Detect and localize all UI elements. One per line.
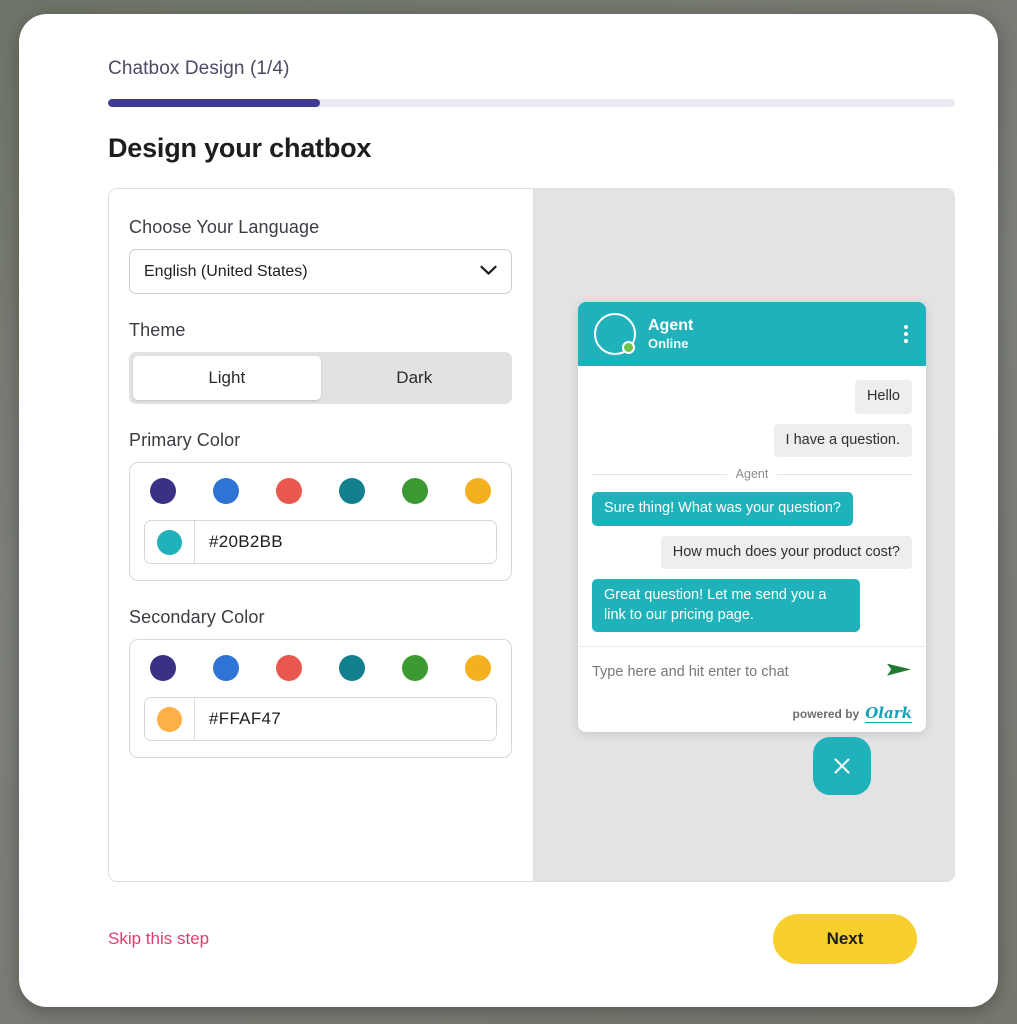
next-button[interactable]: Next	[773, 914, 917, 964]
card-footer: Skip this step Next	[108, 914, 917, 964]
chat-message-row: Great question! Let me send you a link t…	[592, 579, 912, 633]
page-title: Design your chatbox	[108, 133, 372, 163]
primary-swatch-5[interactable]	[465, 478, 491, 504]
language-value: English (United States)	[144, 262, 308, 280]
design-form-panel: Choose Your Language English (United Sta…	[109, 189, 533, 881]
primary-color-label: Primary Color	[129, 430, 241, 450]
step-label: Chatbox Design (1/4)	[108, 58, 290, 79]
visitor-message-bubble: How much does your product cost?	[660, 535, 912, 570]
secondary-swatch-5[interactable]	[465, 655, 491, 681]
secondary-color-label: Secondary Color	[129, 607, 265, 627]
theme-field: Theme Light Dark	[129, 320, 512, 404]
chat-message-row: How much does your product cost?	[592, 535, 912, 570]
primary-color-card: #20B2BB	[129, 462, 512, 581]
design-panels: Choose Your Language English (United Sta…	[108, 188, 955, 882]
chat-widget-header: Agent Online	[578, 302, 926, 366]
secondary-hex-value[interactable]: #FFAF47	[195, 709, 281, 729]
chat-close-button[interactable]	[813, 737, 871, 795]
chat-input-row[interactable]: Type here and hit enter to chat	[578, 646, 926, 696]
primary-swatch-0[interactable]	[150, 478, 176, 504]
chat-message-list: Hello I have a question. Agent Sure thing! …	[578, 366, 926, 646]
primary-swatch-row	[144, 478, 497, 504]
language-field: Choose Your Language English (United Sta…	[129, 217, 512, 294]
secondary-hex-swatch-cell[interactable]	[145, 698, 195, 740]
chat-message-row: Hello	[592, 380, 912, 414]
visitor-message-bubble: Hello	[854, 380, 912, 414]
secondary-swatch-row	[144, 655, 497, 681]
chat-input-placeholder: Type here and hit enter to chat	[592, 663, 789, 680]
olark-brand-logo: Olark	[865, 704, 912, 723]
chat-divider-label: Agent	[735, 467, 769, 482]
visitor-message-bubble: I have a question.	[773, 423, 912, 458]
theme-toggle: Light Dark	[129, 352, 512, 404]
secondary-hex-row[interactable]: #FFAF47	[144, 697, 497, 741]
secondary-color-preview	[157, 706, 182, 732]
onboarding-card: Chatbox Design (1/4) Design your chatbox…	[19, 14, 998, 1007]
secondary-swatch-3[interactable]	[339, 655, 365, 681]
theme-label: Theme	[129, 320, 186, 340]
agent-avatar-icon	[594, 313, 636, 355]
skip-step-link[interactable]: Skip this step	[108, 929, 209, 949]
theme-option-dark[interactable]: Dark	[321, 356, 509, 400]
chat-widget: Agent Online Hello I have a question. Agen…	[578, 302, 926, 733]
primary-hex-row[interactable]: #20B2BB	[144, 520, 497, 564]
send-arrow-icon[interactable]	[886, 660, 912, 683]
agent-message-bubble: Sure thing! What was your question?	[592, 492, 853, 526]
primary-hex-swatch-cell[interactable]	[145, 521, 195, 563]
secondary-color-field: Secondary Color #FFAF47	[129, 607, 512, 758]
agent-status: Online	[648, 335, 689, 351]
secondary-swatch-0[interactable]	[150, 655, 176, 681]
progress-bar-fill	[108, 99, 320, 107]
primary-swatch-4[interactable]	[402, 478, 428, 504]
language-label: Choose Your Language	[129, 217, 320, 237]
secondary-color-card: #FFAF47	[129, 639, 512, 758]
primary-swatch-3[interactable]	[339, 478, 365, 504]
language-select[interactable]: English (United States)	[129, 249, 512, 294]
powered-by-row: powered by Olark	[578, 696, 926, 732]
card-content: Chatbox Design (1/4) Design your chatbox…	[108, 58, 955, 882]
primary-color-field: Primary Color #20B2BB	[129, 430, 512, 581]
secondary-swatch-2[interactable]	[276, 655, 302, 681]
primary-color-preview	[157, 529, 182, 555]
secondary-swatch-4[interactable]	[402, 655, 428, 681]
theme-option-light[interactable]: Light	[133, 356, 321, 400]
kebab-menu-icon[interactable]	[904, 325, 908, 343]
chat-message-row: Sure thing! What was your question?	[592, 492, 912, 526]
chevron-down-icon	[480, 263, 497, 281]
chat-divider: Agent	[592, 467, 913, 482]
agent-message-bubble: Great question! Let me send you a link t…	[592, 579, 860, 633]
powered-by-label: powered by	[792, 707, 860, 722]
agent-name: Agent	[648, 316, 694, 334]
progress-bar	[108, 99, 955, 107]
primary-swatch-2[interactable]	[276, 478, 302, 504]
secondary-swatch-1[interactable]	[213, 655, 239, 681]
chatbox-preview-panel: Agent Online Hello I have a question. Agen…	[533, 189, 954, 881]
agent-meta: Agent Online	[648, 317, 693, 351]
online-status-dot	[622, 341, 635, 354]
primary-hex-value[interactable]: #20B2BB	[195, 532, 283, 552]
primary-swatch-1[interactable]	[213, 478, 239, 504]
chat-message-row: I have a question.	[592, 423, 912, 458]
